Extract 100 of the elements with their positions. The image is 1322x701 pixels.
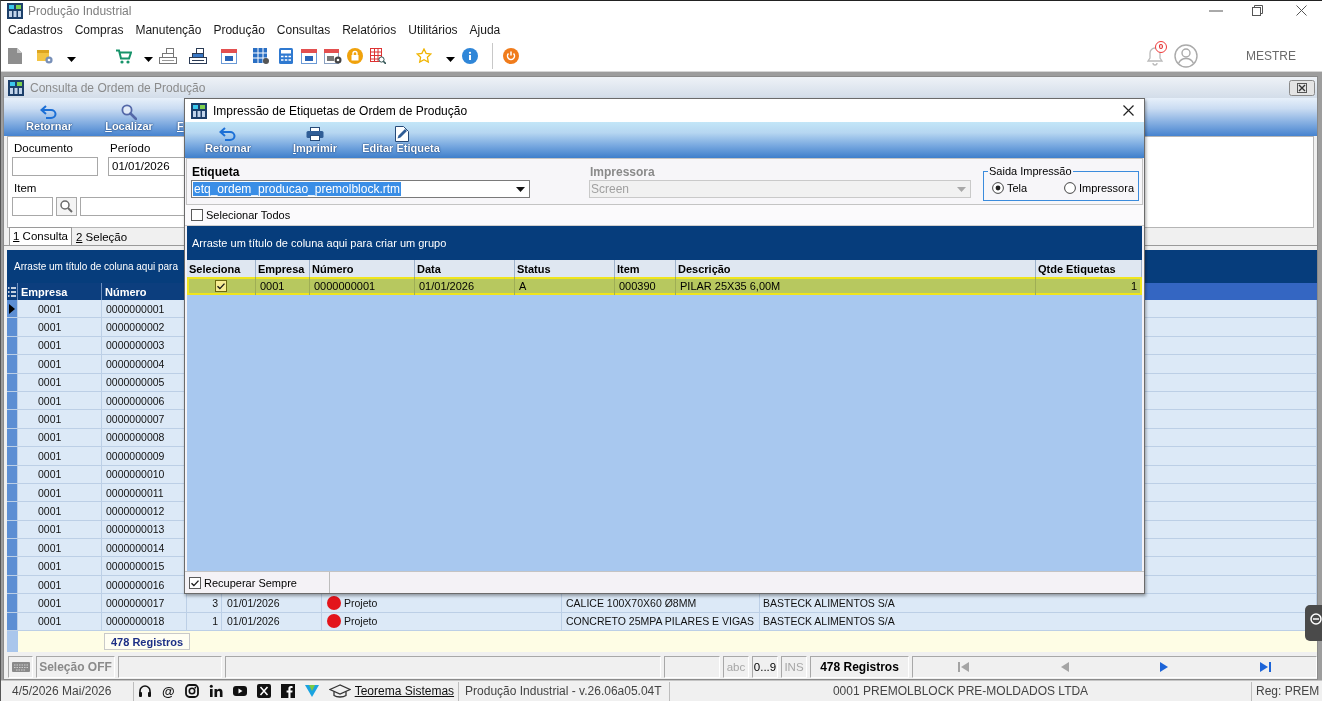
star-icon[interactable] — [416, 47, 432, 64]
table-cell: 0000000017 — [106, 596, 165, 609]
calendar-grid-icon[interactable] — [253, 47, 269, 64]
dropdown-arrow-icon[interactable] — [516, 186, 525, 192]
column-header[interactable]: Status — [517, 262, 551, 275]
info-icon[interactable] — [462, 47, 478, 64]
table-cell: 0000000002 — [106, 321, 165, 334]
calendar-icon[interactable] — [221, 47, 237, 64]
caret-icon[interactable] — [67, 56, 76, 62]
keyboard-icon[interactable] — [11, 662, 30, 672]
radio-option[interactable]: Tela — [992, 181, 1064, 194]
document-icon[interactable] — [8, 47, 22, 64]
website-link[interactable]: Teorema Sistemas — [354, 684, 455, 698]
table-cell: 0001 — [38, 449, 62, 462]
calculator-icon[interactable] — [279, 47, 293, 64]
caret-icon[interactable] — [144, 56, 153, 62]
cash-register-icon[interactable] — [189, 47, 207, 64]
menu-item[interactable]: Manutenção — [129, 23, 208, 37]
table-cell: Projeto — [344, 615, 378, 628]
column-header[interactable]: Item — [617, 262, 640, 275]
camera-icon[interactable] — [184, 684, 199, 698]
close-icon[interactable] — [1296, 5, 1307, 16]
item-field[interactable] — [12, 197, 53, 216]
document-field[interactable] — [12, 157, 98, 176]
tab[interactable]: 1 Consulta — [9, 227, 72, 245]
in-logo-icon[interactable] — [208, 684, 223, 698]
menu-item[interactable]: Utilitários — [402, 23, 464, 37]
table-cell: 0001 — [38, 468, 62, 481]
menu-item[interactable]: Consultas — [270, 23, 337, 37]
column-header[interactable]: Qtde Etiquetas — [1038, 262, 1116, 275]
email-link[interactable]: @ — [162, 683, 175, 699]
table-cell: CALICE 100X70X60 Ø8MM — [566, 596, 697, 609]
power-icon[interactable] — [503, 47, 519, 64]
table-cell: 0000000007 — [106, 413, 165, 426]
table-cell: 0001 — [38, 541, 62, 554]
table-cell: 0001 — [38, 560, 62, 573]
close-icon[interactable] — [1123, 105, 1134, 116]
menu-item[interactable]: Ajuda — [463, 23, 507, 37]
table-cell: 0000000012 — [106, 505, 165, 517]
menu-item[interactable]: Produção — [207, 23, 271, 37]
column-header[interactable]: Número — [312, 262, 354, 275]
graduation-cap-icon[interactable] — [328, 684, 351, 698]
table-cell: 0000000001 — [314, 280, 376, 292]
restore-icon[interactable] — [1252, 5, 1263, 16]
search-icon[interactable] — [56, 197, 77, 216]
x-logo-icon[interactable] — [256, 684, 271, 698]
play-button-icon[interactable] — [232, 684, 247, 698]
table-cell: 0000000003 — [106, 339, 165, 352]
table-cell: Projeto — [344, 596, 378, 609]
triangle-logo-icon[interactable] — [304, 684, 319, 698]
f-logo-icon[interactable] — [280, 684, 295, 698]
side-tab-icon[interactable] — [1305, 605, 1322, 641]
date-text: 4/5/2026 Mai/2026 — [11, 684, 113, 698]
menu-item[interactable]: Relatórios — [336, 23, 403, 37]
column-header[interactable]: Data — [417, 262, 441, 275]
menu-item[interactable]: Compras — [68, 23, 130, 37]
last-page-icon[interactable] — [1260, 661, 1272, 673]
column-header[interactable]: Número — [105, 285, 147, 298]
lock-icon[interactable] — [347, 47, 363, 64]
cart-icon[interactable] — [116, 47, 132, 64]
table-cell: BASTECK ALIMENTOS S/A — [763, 596, 895, 609]
mode-indicator: 0...9 — [753, 661, 777, 673]
table-cell: 0000000015 — [106, 560, 165, 573]
column-header[interactable]: Descrição — [678, 262, 731, 275]
company-text: 0001 PREMOLBLOCK PRE-MOLDADOS LTDA — [831, 684, 1090, 698]
radio-option[interactable]: Impressora — [1064, 181, 1135, 194]
dialog-title: Impressão de Etiquetas de Ordem de Produção — [213, 103, 468, 118]
app-icon — [7, 2, 23, 19]
select-all-checkbox[interactable]: Selecionar Todos — [191, 209, 291, 221]
caret-icon[interactable] — [446, 56, 455, 62]
selection-status: Seleção OFF — [39, 660, 112, 674]
column-header[interactable]: Empresa — [258, 262, 305, 275]
column-header[interactable]: Seleciona — [189, 262, 241, 275]
table-cell: 0000000004 — [106, 357, 165, 370]
column-chooser-icon[interactable] — [8, 286, 16, 297]
menu-item[interactable]: Cadastros — [2, 23, 69, 37]
table-cell: 0000000016 — [106, 578, 165, 591]
row-indicator[interactable] — [7, 300, 18, 318]
search-icon — [121, 103, 137, 120]
column-header[interactable]: Empresa — [21, 285, 68, 298]
return-arrow-icon — [40, 104, 58, 119]
table-cell: 0001 — [38, 321, 62, 334]
folder-icon[interactable] — [37, 47, 53, 64]
table-cell: 0001 — [38, 578, 62, 591]
table-cell: 0000000008 — [106, 431, 165, 444]
tab[interactable]: 2 Seleção — [72, 228, 132, 245]
table-search-icon[interactable] — [370, 47, 386, 64]
user-name[interactable]: MESTRE — [1246, 48, 1296, 63]
table-row[interactable]: 0001 0000000001 01/01/2026 A 000390 PILAR 25X35 6,00M 1 — [187, 277, 1142, 295]
recover-always-checkbox[interactable]: Recuperar Sempre — [185, 576, 329, 589]
close-icon[interactable] — [1289, 79, 1315, 96]
row-pointer-icon — [9, 303, 15, 314]
bell-icon[interactable] — [1146, 45, 1164, 66]
user-avatar-icon[interactable] — [1174, 43, 1198, 68]
calendar-gear-icon[interactable] — [324, 47, 342, 64]
calendar-icon[interactable] — [301, 47, 317, 64]
table-cell: 0001 — [38, 302, 62, 315]
record-count: 478 Registros — [820, 660, 899, 674]
table-cell: 0001 — [38, 376, 62, 389]
headset-icon[interactable] — [138, 684, 152, 698]
